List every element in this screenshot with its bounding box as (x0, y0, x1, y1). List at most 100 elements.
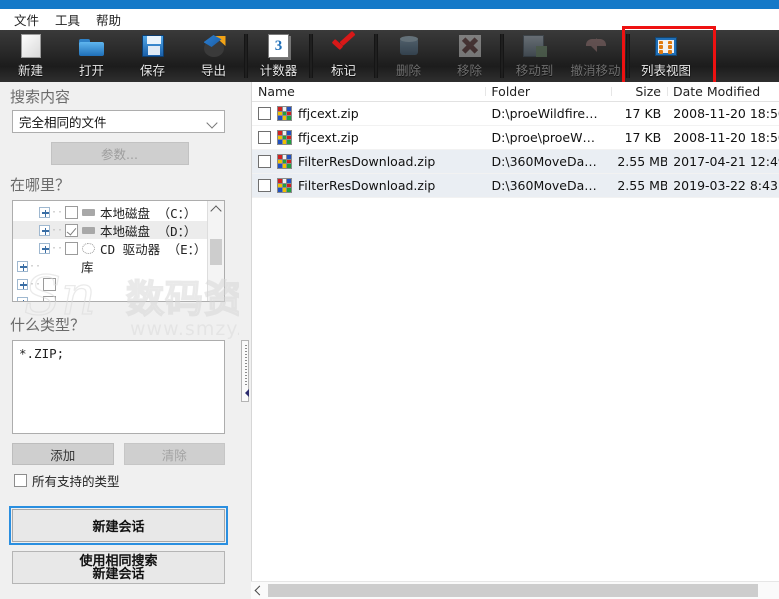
column-header-name[interactable]: Name (252, 84, 485, 99)
expand-icon[interactable] (17, 278, 28, 290)
row-checkbox[interactable] (258, 107, 271, 120)
toolbar-mark-button[interactable]: 标记 (313, 30, 374, 82)
toolbar-export-button[interactable]: 导出 (183, 30, 244, 82)
scroll-left-icon[interactable] (251, 582, 268, 599)
table-row[interactable]: ffjcext.zip D:\proeWildfire… 17 KB 2008-… (252, 102, 779, 126)
row-name-cell: ffjcext.zip (252, 106, 486, 121)
row-date-cell: 2019-03-22 8:43:22 (673, 178, 779, 193)
new-session-same-search-button[interactable]: 使用相同搜索 新建会话 (12, 551, 225, 584)
toolbar-open-button[interactable]: 打开 (61, 30, 122, 82)
scrollbar-track[interactable] (268, 584, 779, 597)
toolbar-new-label: 新建 (17, 63, 43, 78)
tree-label: 本地磁盘 （C：） (100, 205, 197, 221)
toolbar-delete-button[interactable]: 删除 (378, 30, 439, 82)
tree-checkbox[interactable] (65, 205, 79, 219)
table-row[interactable]: FilterResDownload.zip D:\360MoveDa… 2.55… (252, 150, 779, 174)
row-folder-cell: D:\proe\proeW… (491, 130, 595, 145)
tree-checkbox[interactable] (43, 277, 57, 291)
toolbar-listview-button[interactable]: 列表视图 (630, 30, 702, 82)
tree-checkbox[interactable] (43, 295, 57, 301)
row-checkbox[interactable] (258, 155, 271, 168)
row-checkbox[interactable] (258, 179, 271, 192)
clear-types-button[interactable]: 清除 (123, 443, 225, 465)
zip-archive-icon (277, 130, 292, 145)
row-size-cell: 17 KB (624, 130, 662, 145)
toolbar-undomove-button[interactable]: 撤消移动 (565, 30, 626, 82)
row-name-cell: FilterResDownload.zip (252, 154, 486, 169)
toolbar-new-button[interactable]: 新建 (0, 30, 61, 82)
toolbar-counter-button[interactable]: 3 计数器 (248, 30, 309, 82)
expand-icon[interactable] (39, 206, 50, 218)
table-row[interactable]: ffjcext.zip D:\proe\proeW… 17 KB 2008-11… (252, 126, 779, 150)
scrollbar-thumb[interactable] (210, 239, 222, 265)
toolbar-remove-label: 移除 (456, 63, 482, 78)
row-checkbox[interactable] (258, 131, 271, 144)
same-search-line1: 使用相同搜索 (79, 553, 158, 569)
row-size-cell: 17 KB (624, 106, 662, 121)
application-window: 文件 工具 帮助 新建 打开 保存 导出 3 计数器 标记 删除 移除 移动到 … (0, 0, 779, 599)
scrollbar-thumb[interactable] (268, 584, 758, 597)
all-supported-types-checkbox[interactable] (14, 474, 27, 487)
main-toolbar: 新建 打开 保存 导出 3 计数器 标记 删除 移除 移动到 撤消移动 列表视图 (0, 30, 779, 82)
tree-label: 库 (81, 259, 94, 275)
table-row[interactable]: FilterResDownload.zip D:\360MoveDa… 2.55… (252, 174, 779, 198)
row-name-cell: ffjcext.zip (252, 130, 486, 145)
tree-row[interactable]: ·· 库 (13, 257, 207, 275)
toolbar-remove-button[interactable]: 移除 (439, 30, 500, 82)
row-folder-cell: D:\360MoveDa… (491, 154, 597, 169)
search-content-dropdown[interactable]: 完全相同的文件 (12, 110, 225, 133)
tree-row[interactable]: ·· (13, 275, 207, 293)
menu-tools[interactable]: 工具 (47, 8, 88, 31)
expand-icon[interactable] (39, 242, 50, 254)
tree-row[interactable]: ·· CD 驱动器 （E：） (13, 239, 207, 257)
list-view-icon (653, 33, 679, 59)
expand-icon[interactable] (17, 260, 28, 272)
parameters-button[interactable]: 参数... (50, 142, 189, 165)
counter-badge: 3 (274, 37, 283, 54)
toolbar-export-label: 导出 (200, 63, 226, 78)
tree-checkbox[interactable] (65, 241, 79, 255)
expand-icon[interactable] (17, 296, 28, 301)
column-header-date-modified[interactable]: Date Modified (667, 84, 779, 99)
open-folder-icon (79, 33, 105, 59)
menu-file[interactable]: 文件 (6, 8, 47, 31)
splitter-handle[interactable] (241, 340, 249, 402)
row-file-name: ffjcext.zip (298, 130, 359, 145)
all-supported-types-row[interactable]: 所有支持的类型 (14, 471, 239, 490)
tree-row[interactable]: ·· 本地磁盘 （D：） (13, 221, 207, 239)
save-floppy-icon (140, 33, 166, 59)
column-header-folder[interactable]: Folder (485, 84, 611, 99)
tree-scrollbar[interactable] (207, 201, 224, 301)
toolbar-mark-label: 标记 (330, 63, 356, 78)
location-tree[interactable]: ·· 本地磁盘 （C：） ·· 本地磁盘 （D：） ·· CD 驱动器 （E：）… (12, 200, 225, 302)
cd-drive-icon (82, 242, 96, 254)
remove-x-icon (457, 33, 483, 59)
column-header-size[interactable]: Size (611, 84, 667, 99)
tree-row[interactable]: ·· 本地磁盘 （C：） (13, 203, 207, 221)
horizontal-scrollbar[interactable] (251, 581, 779, 599)
row-date-cell: 2017-04-21 12:49:00 (673, 154, 779, 169)
tree-checkbox[interactable] (65, 223, 79, 237)
chevron-down-icon (208, 118, 217, 127)
where-title: 在哪里？ (10, 176, 71, 194)
tree-row[interactable]: ·· (13, 293, 207, 301)
undo-move-icon (583, 33, 609, 59)
row-file-name: ffjcext.zip (298, 106, 359, 121)
splitter-grip (245, 345, 247, 387)
row-folder-cell: D:\360MoveDa… (491, 178, 597, 193)
tree-label: CD 驱动器 （E：） (100, 241, 207, 257)
row-folder-cell: D:\proeWildfire… (491, 106, 598, 121)
collapse-left-icon[interactable] (241, 389, 249, 397)
scroll-up-icon[interactable] (208, 201, 224, 217)
menu-help[interactable]: 帮助 (88, 8, 129, 31)
add-type-button[interactable]: 添加 (12, 443, 114, 465)
move-to-icon (522, 33, 548, 59)
left-sidebar: 搜索内容 完全相同的文件 参数... 在哪里？ ·· 本地磁盘 （C：） ·· (0, 82, 239, 599)
file-types-input[interactable]: *.ZIP; (12, 340, 225, 434)
toolbar-moveto-button[interactable]: 移动到 (504, 30, 565, 82)
expand-icon[interactable] (39, 224, 50, 236)
column-header-date-label: Date Modified (673, 84, 761, 99)
toolbar-save-button[interactable]: 保存 (122, 30, 183, 82)
new-session-button[interactable]: 新建会话 (9, 506, 228, 545)
panel-splitter[interactable] (239, 82, 251, 599)
